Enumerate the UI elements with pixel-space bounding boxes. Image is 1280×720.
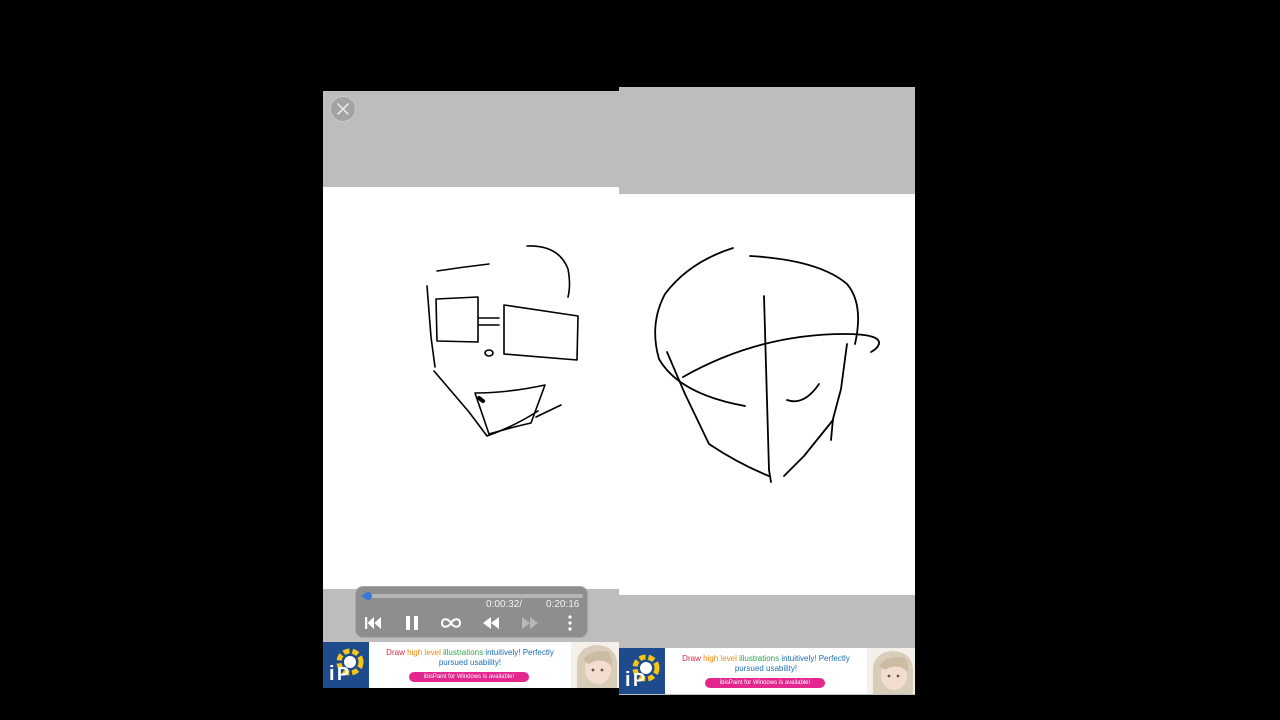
ad-headline: Draw high level illustrations intuitivel…	[375, 648, 565, 668]
drawing-canvas-right[interactable]	[619, 194, 915, 595]
progress-knob[interactable]	[363, 592, 372, 600]
ad-word-high-level: high level	[407, 648, 444, 657]
ad-subline: pursued usability!	[734, 664, 798, 673]
ad-character-image	[867, 648, 915, 694]
rewind-button[interactable]	[479, 613, 503, 633]
replay-player-controls: 0:00:32/ 0:20:16	[355, 586, 588, 638]
ad-word-illustrations: illustrations	[739, 654, 782, 663]
fast-forward-button[interactable]	[518, 613, 542, 633]
loop-icon	[440, 618, 462, 628]
current-time: 0:00:32/	[486, 599, 523, 610]
ad-word-intuitively: intuitively!	[781, 654, 819, 663]
ad-word-high-level: high level	[703, 654, 740, 663]
ad-banner-right[interactable]: i P Draw high level illustrations intuit…	[619, 648, 915, 694]
svg-text:i: i	[625, 669, 631, 691]
ad-windows-button[interactable]: ibisPaint for Windows is available!	[705, 678, 825, 688]
ibispaint-logo-icon: i P	[323, 642, 369, 688]
ad-word-draw: Draw	[386, 648, 408, 657]
ad-windows-button[interactable]: ibisPaint for Windows is available!	[409, 672, 529, 682]
pause-icon	[406, 616, 418, 630]
ad-word-perfectly: Perfectly	[522, 648, 554, 657]
close-button[interactable]	[330, 96, 356, 122]
ad-word-draw: Draw	[682, 654, 704, 663]
total-time: 0:20:16	[546, 599, 580, 610]
ad-character-image	[571, 642, 619, 688]
ad-word-perfectly: Perfectly	[818, 654, 850, 663]
right-replay-panel	[619, 87, 915, 695]
loop-button[interactable]	[439, 613, 463, 633]
ad-subline: pursued usability!	[438, 658, 502, 667]
fast-forward-icon	[522, 617, 538, 629]
skip-to-start-button[interactable]	[361, 613, 385, 633]
svg-text:P: P	[337, 664, 349, 684]
pause-button[interactable]	[400, 613, 424, 633]
ad-word-illustrations: illustrations	[443, 648, 486, 657]
rewind-icon	[483, 617, 499, 629]
sketch-head-construction	[654, 247, 880, 483]
sketch-face-with-glasses	[426, 245, 579, 437]
ad-banner-left[interactable]: i P Draw high level illustrations intuit…	[323, 642, 619, 688]
close-icon	[337, 103, 349, 115]
skip-to-start-icon	[365, 617, 381, 629]
progress-bar[interactable]	[362, 592, 583, 600]
more-vertical-icon	[568, 615, 572, 631]
ibispaint-logo-icon: i P	[619, 648, 665, 694]
more-options-button[interactable]	[558, 613, 582, 633]
ad-word-intuitively: intuitively!	[485, 648, 523, 657]
drawing-canvas-left[interactable]	[323, 187, 619, 589]
ad-headline: Draw high level illustrations intuitivel…	[671, 654, 861, 674]
svg-text:i: i	[329, 663, 335, 685]
svg-text:P: P	[633, 670, 645, 690]
video-frame: 0:00:32/ 0:20:16 i P Draw high level ill…	[0, 0, 1280, 720]
